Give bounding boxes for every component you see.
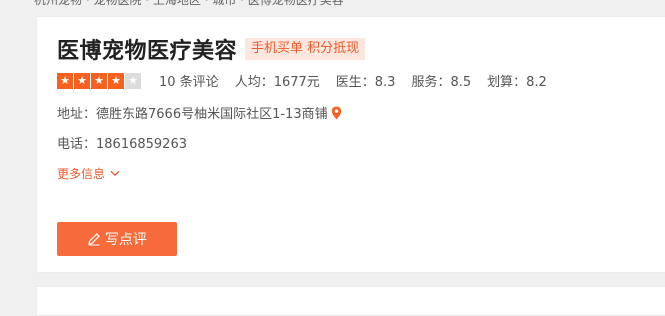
phone-row: 电话：18616859263 [57,137,187,152]
more-info-toggle[interactable]: 更多信息 [57,165,120,182]
promo-badge[interactable]: 手机买单 积分抵现 [245,38,366,60]
address-text: 地址：德胜东路7666号柚米国际社区1-13商铺 [57,107,328,122]
chevron-down-icon [110,170,120,177]
rating-row: ★ ★ ★ ★ ★ 10 条评论 人均：1677元 医生：8.3 服务：8.5 … [57,71,563,90]
next-section-card [36,286,665,316]
star-rating: ★ ★ ★ ★ ★ [57,72,141,89]
title-row: 医博宠物医疗美容 手机买单 积分抵现 [57,33,366,65]
star-icon: ★ [125,72,141,89]
star-icon: ★ [74,72,90,89]
service-score: 服务：8.5 [411,75,472,90]
more-info-label: 更多信息 [57,167,106,181]
write-review-label: 写点评 [105,232,147,248]
breadcrumb-text: 杭州宠物 · 宠物医院 · 上海地区 · 城市 · 医博宠物医疗美容 [34,0,344,7]
doctor-score: 医生：8.3 [335,75,396,90]
breadcrumb: 杭州宠物 · 宠物医院 · 上海地区 · 城市 · 医博宠物医疗美容 [0,0,665,8]
shop-name: 医博宠物医疗美容 [57,39,238,64]
star-icon: ★ [91,72,107,89]
shop-info-card: 医博宠物医疗美容 手机买单 积分抵现 ★ ★ ★ ★ ★ 10 条评论 人均：1… [36,16,665,273]
address-row: 地址：德胜东路7666号柚米国际社区1-13商铺 [57,103,342,122]
review-count[interactable]: 10 条评论 [159,71,219,90]
pen-icon [88,233,100,246]
star-icon: ★ [57,72,73,89]
value-score: 划算：8.2 [487,75,547,90]
star-icon: ★ [108,72,124,89]
location-pin-icon[interactable] [331,106,342,120]
write-review-button[interactable]: 写点评 [57,222,177,256]
avg-price: 人均：1677元 [234,75,320,90]
